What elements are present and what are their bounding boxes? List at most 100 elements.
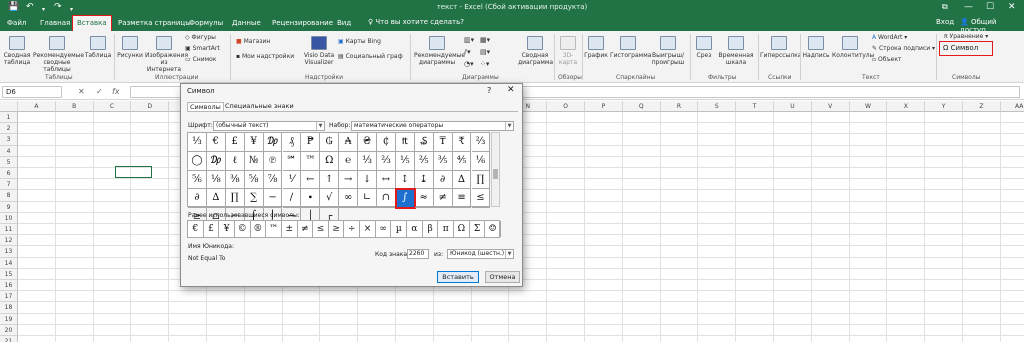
scatter-chart-icon[interactable]: ⁘▾ (480, 60, 489, 68)
column-header[interactable]: Y (925, 101, 963, 112)
close-icon[interactable]: ✕ (507, 85, 515, 95)
smartart-button[interactable]: ▣ SmartArt (185, 45, 220, 53)
tab-view[interactable]: Вид (337, 18, 351, 28)
symbol-cell[interactable]: ∙ (301, 189, 321, 208)
symbol-cell[interactable]: ⅘ (452, 151, 472, 171)
shapes-button[interactable]: ◇ Фигуры (185, 34, 216, 42)
symbol-cell[interactable]: ↑ (320, 170, 340, 190)
maximize-icon[interactable]: ☐ (986, 1, 994, 13)
recent-symbol-cell[interactable]: π (438, 221, 455, 237)
help-icon[interactable]: ? (487, 86, 491, 95)
symbol-cell[interactable]: ≈ (414, 189, 434, 208)
recent-symbol-cell[interactable]: Σ (470, 221, 486, 237)
recent-symbol-cell[interactable]: µ (391, 221, 408, 237)
column-header[interactable]: U (774, 101, 812, 112)
recommended-charts-button[interactable]: Рекомендуемые диаграммы (414, 36, 465, 66)
symbol-cell[interactable]: £ (225, 133, 245, 152)
symbol-cell[interactable]: ℮ (339, 151, 359, 171)
symbol-cell[interactable]: ≠ (433, 189, 453, 208)
column-header[interactable]: Z (963, 101, 1001, 112)
symbol-cell[interactable]: ₯ (263, 133, 283, 152)
symbol-cell[interactable]: ∆ (452, 170, 472, 190)
recent-symbol-cell[interactable]: Ω (454, 221, 470, 237)
row-header[interactable]: 11 (0, 224, 18, 236)
recent-symbol-cell[interactable]: ≤ (313, 221, 329, 237)
symbol-cell[interactable]: ℓ (225, 151, 245, 171)
symbol-cell[interactable]: ↕ (395, 170, 415, 190)
column-header[interactable]: R (660, 101, 699, 112)
pivot-chart-button[interactable]: Сводная диаграмма (518, 36, 553, 66)
symbol-cell[interactable]: ← (301, 170, 321, 190)
row-header[interactable]: 15 (0, 268, 18, 280)
header-footer-button[interactable]: Колонтитулы (832, 36, 874, 59)
row-header[interactable]: 20 (0, 324, 18, 336)
symbol-cell[interactable]: ↓ (358, 170, 377, 190)
row-header[interactable]: 18 (0, 302, 18, 314)
tab-file[interactable]: Файл (7, 18, 26, 28)
symbol-cell[interactable]: ₵ (377, 133, 396, 152)
row-header[interactable]: 10 (0, 212, 18, 224)
column-header[interactable]: X (887, 101, 926, 112)
recent-symbol-cell[interactable]: α (407, 221, 423, 237)
recent-symbol-cell[interactable]: € (188, 221, 204, 237)
symbol-cell[interactable]: ⅚ (188, 170, 207, 190)
column-header[interactable]: B (55, 101, 94, 112)
column-header[interactable]: Q (622, 101, 661, 112)
hyperlink-button[interactable]: Гиперссылка (760, 36, 801, 59)
column-header[interactable]: D (131, 101, 170, 112)
row-header[interactable]: 6 (0, 168, 18, 180)
online-pictures-button[interactable]: Изображения из Интернета (145, 36, 188, 73)
insert-button[interactable]: Вставить (437, 271, 479, 283)
symbol-grid-scrollbar[interactable] (491, 132, 500, 207)
symbol-cell-selected[interactable]: ∫ (394, 188, 416, 209)
symbol-cell[interactable]: ₲ (320, 133, 340, 152)
symbol-cell[interactable]: ⅔ (471, 133, 491, 152)
symbol-cell[interactable]: ⅞ (263, 170, 283, 190)
slicer-button[interactable]: Срез (692, 36, 716, 59)
column-chart-icon[interactable]: ▥▾ (464, 36, 474, 44)
symbol-cell[interactable]: √ (320, 189, 340, 208)
cancel-entry-icon[interactable]: ✕ (78, 87, 85, 96)
recent-symbol-cell[interactable]: ≥ (329, 221, 345, 237)
row-header[interactable]: 5 (0, 156, 18, 168)
symbol-cell[interactable]: € (206, 133, 226, 152)
recent-symbol-cell[interactable]: £ (204, 221, 220, 237)
symbol-cell[interactable]: ≡ (452, 189, 472, 208)
font-select[interactable]: (обычный текст) ▼ (213, 121, 325, 131)
sparkline-winloss-button[interactable]: Выигрыш/проигрыш (648, 36, 688, 66)
symbol-cell[interactable]: ₰ (282, 133, 302, 152)
recent-symbol-cell[interactable]: ∞ (376, 221, 392, 237)
name-box[interactable]: D6 (2, 86, 62, 98)
row-header[interactable]: 4 (0, 145, 18, 157)
insert-function-icon[interactable]: fx (112, 87, 120, 96)
my-addins-button[interactable]: ▪ Мои надстройки (236, 53, 294, 61)
active-cell[interactable] (115, 166, 152, 178)
row-header[interactable]: 8 (0, 190, 18, 202)
tab-home[interactable]: Главная (40, 18, 70, 28)
pivot-table-button[interactable]: Сводная таблица (3, 36, 31, 66)
symbol-button[interactable]: Ω Символ (939, 41, 993, 56)
symbol-cell[interactable]: ∏ (225, 189, 245, 208)
signature-line-button[interactable]: ✎ Строка подписи ▾ (872, 45, 935, 53)
row-header[interactable]: 3 (0, 134, 18, 146)
3d-map-button[interactable]: 3D-карта (556, 36, 580, 66)
symbol-cell[interactable]: ∩ (377, 189, 396, 208)
recent-symbol-cell[interactable]: ™ (266, 221, 282, 237)
symbol-cell[interactable]: ⅟ (282, 170, 302, 190)
column-header[interactable]: S (698, 101, 737, 112)
minimize-icon[interactable]: — (964, 1, 973, 13)
hierarchy-chart-icon[interactable]: ▦▾ (480, 36, 490, 44)
symbol-cell[interactable]: ¥ (244, 133, 264, 152)
textbox-button[interactable]: Надпись (802, 36, 830, 59)
row-header[interactable]: 21 (0, 336, 18, 342)
pictures-button[interactable]: Рисунки (116, 36, 144, 59)
column-header[interactable]: W (849, 101, 888, 112)
symbol-cell[interactable]: → (339, 170, 359, 190)
symbol-cell[interactable]: ∞ (339, 189, 359, 208)
symbol-cell[interactable]: ∂ (433, 170, 453, 190)
tab-data[interactable]: Данные (232, 18, 261, 28)
recent-symbol-cell[interactable]: ® (251, 221, 267, 237)
bing-maps-button[interactable]: ▣ Карты Bing (338, 38, 381, 46)
char-code-input[interactable]: 2260 (407, 249, 429, 259)
people-graph-button[interactable]: ▤ Социальный граф (338, 53, 403, 61)
